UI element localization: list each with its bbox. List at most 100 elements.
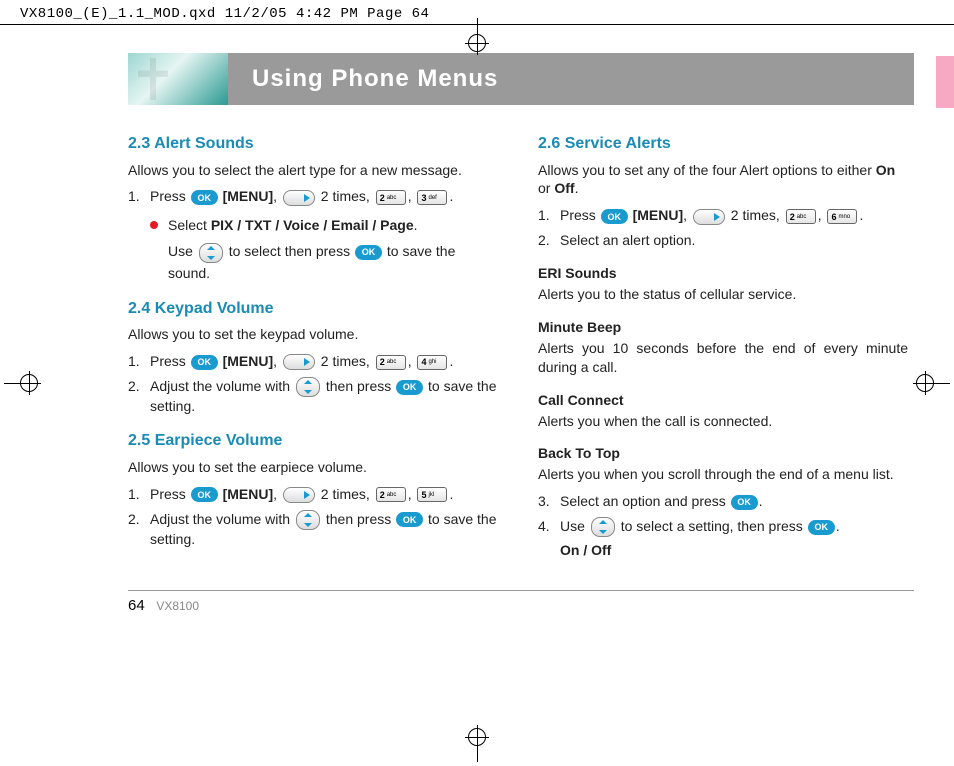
banner-title: Using Phone Menus xyxy=(228,53,914,105)
content-columns: 2.3 Alert Sounds Allows you to select th… xyxy=(40,119,914,566)
section-title-2-6: 2.6 Service Alerts xyxy=(538,133,908,155)
step: 1. Press OK [MENU], 2 times, 2abc, 5jkl. xyxy=(128,485,498,504)
subtext: Alerts you when the call is connected. xyxy=(538,412,908,431)
step-number: 2. xyxy=(538,231,560,250)
text: Press xyxy=(150,353,186,369)
text: Select an option and press xyxy=(560,493,726,509)
text: Press xyxy=(560,207,596,223)
key-4: 4ghi xyxy=(417,355,447,370)
step-number: 4. xyxy=(538,517,560,536)
subhead-back-to-top: Back To Top xyxy=(538,444,908,463)
ok-icon: OK xyxy=(191,487,218,502)
banner-image xyxy=(128,53,228,105)
off-label: Off xyxy=(554,180,574,196)
step: 1. Press OK [MENU], 2 times, 2abc, 4ghi. xyxy=(128,352,498,371)
key-5: 5jkl xyxy=(417,487,447,502)
subtext: Alerts you 10 seconds before the end of … xyxy=(538,339,908,377)
section-intro: Allows you to set the earpiece volume. xyxy=(128,458,498,477)
key-6: 6mno xyxy=(827,209,857,224)
menu-label: [MENU] xyxy=(223,486,274,502)
on-label: On xyxy=(876,162,895,178)
crop-mark-top xyxy=(468,18,486,52)
ok-icon: OK xyxy=(731,495,758,510)
nav-right-icon xyxy=(283,190,315,206)
bullet-body: Select PIX / TXT / Voice / Email / Page. xyxy=(168,216,498,235)
text: Select xyxy=(168,217,211,233)
text: Adjust the volume with xyxy=(150,378,290,394)
step-number: 1. xyxy=(128,485,150,504)
ok-icon: OK xyxy=(396,512,423,527)
step-number: 3. xyxy=(538,492,560,511)
step-body: Adjust the volume with then press OK to … xyxy=(150,510,498,549)
step: 2. Adjust the volume with then press OK … xyxy=(128,377,498,416)
step-number: 1. xyxy=(128,352,150,371)
text: Press xyxy=(150,486,186,502)
text: to select then press xyxy=(229,243,350,259)
step-body: Adjust the volume with then press OK to … xyxy=(150,377,498,416)
step-number: 1. xyxy=(538,206,560,225)
subhead-minute: Minute Beep xyxy=(538,318,908,337)
step-body: Press OK [MENU], 2 times, 2abc, 6mno. xyxy=(560,206,908,225)
ok-icon: OK xyxy=(808,520,835,535)
crop-mark-right xyxy=(916,374,950,392)
model-name: VX8100 xyxy=(156,599,199,613)
text: Adjust the volume with xyxy=(150,511,290,527)
subhead-eri: ERI Sounds xyxy=(538,264,908,283)
text: Use xyxy=(560,518,585,534)
key-2: 2abc xyxy=(786,209,816,224)
step: 3. Select an option and press OK. xyxy=(538,492,908,511)
text: then press xyxy=(326,511,391,527)
step: 2. Select an alert option. xyxy=(538,231,908,250)
section-title-2-3: 2.3 Alert Sounds xyxy=(128,133,498,155)
ok-icon: OK xyxy=(355,245,382,260)
step-body: Use to select a setting, then press OK. … xyxy=(560,517,908,560)
section-intro: Allows you to select the alert type for … xyxy=(128,161,498,180)
step-number: 2. xyxy=(128,510,150,529)
banner: Using Phone Menus xyxy=(128,53,914,105)
page-number: 64 xyxy=(128,597,145,614)
section-title-2-4: 2.4 Keypad Volume xyxy=(128,298,498,320)
text: Press xyxy=(150,188,186,204)
updown-icon xyxy=(296,377,320,397)
bullet-step: Select PIX / TXT / Voice / Email / Page. xyxy=(150,216,498,235)
step: 2. Adjust the volume with then press OK … xyxy=(128,510,498,549)
section-intro: Allows you to set the keypad volume. xyxy=(128,325,498,344)
text: 2 times, xyxy=(321,353,370,369)
side-tab xyxy=(936,56,954,108)
key-2: 2abc xyxy=(376,487,406,502)
key-2: 2abc xyxy=(376,190,406,205)
ok-icon: OK xyxy=(601,209,628,224)
step: 1. Press OK [MENU], 2 times, 2abc, 6mno. xyxy=(538,206,908,225)
text: 2 times, xyxy=(321,188,370,204)
step: 1. Press OK [MENU], 2 times, 2abc, 3def. xyxy=(128,187,498,206)
step-body: Press OK [MENU], 2 times, 2abc, 3def. xyxy=(150,187,498,206)
text: 2 times, xyxy=(731,207,780,223)
nav-right-icon xyxy=(693,209,725,225)
step-body: Press OK [MENU], 2 times, 2abc, 4ghi. xyxy=(150,352,498,371)
options-list: PIX / TXT / Voice / Email / Page xyxy=(211,217,414,233)
text: then press xyxy=(326,378,391,394)
menu-label: [MENU] xyxy=(223,353,274,369)
ok-icon: OK xyxy=(191,355,218,370)
crop-mark-bottom xyxy=(468,728,486,762)
step: 4. Use to select a setting, then press O… xyxy=(538,517,908,560)
key-3: 3def xyxy=(417,190,447,205)
ok-icon: OK xyxy=(191,190,218,205)
step-body: Select an alert option. xyxy=(560,231,908,250)
step-number: 1. xyxy=(128,187,150,206)
ok-icon: OK xyxy=(396,380,423,395)
step-body: Select an option and press OK. xyxy=(560,492,908,511)
section-title-2-5: 2.5 Earpiece Volume xyxy=(128,430,498,452)
text: 2 times, xyxy=(321,486,370,502)
updown-icon xyxy=(296,510,320,530)
key-2: 2abc xyxy=(376,355,406,370)
step-body: Press OK [MENU], 2 times, 2abc, 5jkl. xyxy=(150,485,498,504)
subhead-call-connect: Call Connect xyxy=(538,391,908,410)
text: to select a setting, then press xyxy=(621,518,803,534)
page-footer: 64 VX8100 xyxy=(128,590,914,614)
menu-label: [MENU] xyxy=(223,188,274,204)
text: or xyxy=(538,180,554,196)
sub-instruction: Use to select then press OK to save the … xyxy=(168,241,498,283)
text: Use xyxy=(168,243,193,259)
step-number: 2. xyxy=(128,377,150,396)
